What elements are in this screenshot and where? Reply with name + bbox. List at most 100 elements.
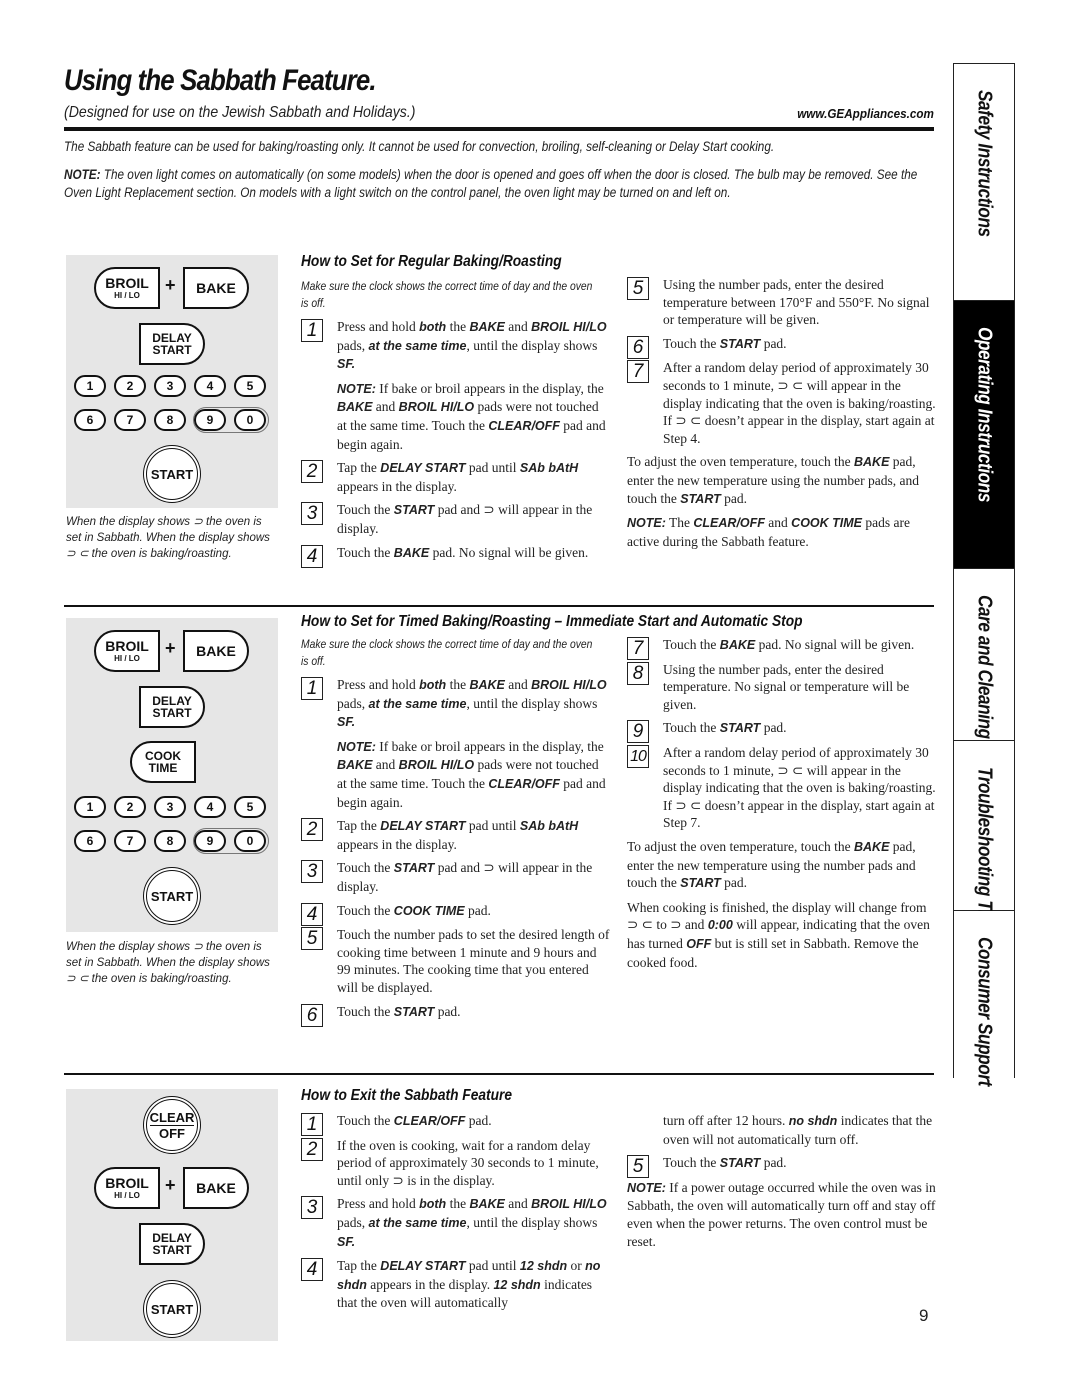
number-pad-3: 3 bbox=[154, 796, 186, 818]
note-text: The oven light comes on automatically (o… bbox=[64, 167, 918, 200]
step-text: Press and hold both the BAKE and BROIL H… bbox=[337, 319, 607, 372]
step-number-box: 3 bbox=[301, 860, 323, 884]
step-text: Tap the DELAY START pad until SAb bAtH a… bbox=[337, 460, 579, 494]
step-number-box: 1 bbox=[301, 319, 323, 342]
start-pad: START bbox=[146, 1283, 198, 1335]
page-subtitle: (Designed for use on the Jewish Sabbath … bbox=[64, 104, 416, 121]
broil-pad: BROIL HI / LO bbox=[94, 1167, 160, 1209]
step-text: Touch the BAKE pad. No signal will be gi… bbox=[337, 544, 589, 560]
paragraph: NOTE: The CLEAR/OFF and COOK TIME pads a… bbox=[627, 515, 910, 549]
note-label: NOTE: bbox=[64, 167, 101, 182]
intro-paragraph: The Sabbath feature can be used for baki… bbox=[64, 139, 775, 154]
step-2: 2 If the oven is cooking, wait for a rand… bbox=[301, 1137, 611, 1190]
step-text: After a random delay period of approxima… bbox=[663, 744, 936, 831]
step-text: Touch the COOK TIME pad. bbox=[337, 902, 491, 918]
step-1: 1 Press and hold both the BAKE and BROIL … bbox=[301, 676, 611, 732]
plus-sign: + bbox=[165, 1175, 176, 1195]
step-number-box: 5 bbox=[627, 1155, 649, 1179]
step-text: Using the number pads, enter the desired… bbox=[663, 277, 930, 328]
bake-pad: BAKE bbox=[183, 267, 249, 309]
step-6: 6 Touch the START pad. bbox=[301, 1003, 611, 1027]
intro-note: NOTE: The oven light comes on automatica… bbox=[64, 166, 943, 202]
broil-pad: BROIL HI / LO bbox=[94, 267, 160, 309]
paragraph: When cooking is finished, the display wi… bbox=[627, 899, 930, 970]
step-text: Touch the START pad. bbox=[337, 1003, 461, 1019]
number-pad-group-outline bbox=[193, 828, 269, 854]
tab-troubleshooting-tips[interactable]: Troubleshooting Tips bbox=[954, 741, 1014, 934]
header-divider bbox=[64, 127, 934, 131]
step-text: If the oven is cooking, wait for a rando… bbox=[337, 1137, 599, 1188]
keypad-illustration-timed: BROIL HI / LO + BAKE DELAY START COOK TIME … bbox=[66, 618, 278, 932]
step-10: 10 After a random delay period of approxi… bbox=[627, 744, 937, 832]
step-number-box: 3 bbox=[301, 1196, 323, 1220]
tab-consumer-support[interactable]: Consumer Support bbox=[954, 911, 1014, 1086]
step-2: 2 Tap the DELAY START pad until SAb bAtH … bbox=[301, 459, 611, 495]
number-pad-8: 8 bbox=[154, 830, 186, 852]
step-number-box: 2 bbox=[301, 818, 323, 842]
number-pad-7: 7 bbox=[114, 830, 146, 852]
step-6: 6 Touch the START pad. bbox=[627, 335, 937, 359]
tab-label: Safety Instructions bbox=[973, 90, 996, 237]
number-pad-5: 5 bbox=[234, 796, 266, 818]
step-text: Tap the DELAY START pad until SAb bAtH a… bbox=[337, 818, 579, 852]
number-pad-5: 5 bbox=[234, 375, 266, 397]
step-5: 5 Touch the number pads to set the desire… bbox=[301, 926, 611, 996]
step-7: 7 After a random delay period of approxim… bbox=[627, 359, 937, 447]
number-pad-3: 3 bbox=[154, 375, 186, 397]
step-text: Touch the START pad. bbox=[663, 1155, 787, 1171]
sabbath-display-caption: When the display shows ⊃ the oven is set… bbox=[66, 941, 270, 985]
plus-sign: + bbox=[165, 275, 176, 295]
step-text: Touch the number pads to set the desired… bbox=[337, 927, 610, 995]
step-5: 5 Using the number pads, enter the desire… bbox=[627, 276, 937, 329]
step-number-box: 1 bbox=[301, 1113, 323, 1136]
keypad-illustration-regular: BROIL HI / LO + BAKE DELAY START 123456789… bbox=[66, 255, 278, 508]
step-5: 5 Touch the START pad. bbox=[627, 1154, 937, 1179]
step-number-box: 5 bbox=[301, 927, 323, 951]
number-pad-8: 8 bbox=[154, 409, 186, 431]
steps-exit-right: turn off after 12 hours. no shdn indicat… bbox=[627, 1112, 937, 1256]
step-text: Tap the DELAY START pad until 12 shdn or… bbox=[337, 1258, 601, 1311]
number-pad-4: 4 bbox=[194, 375, 226, 397]
sabbath-display-caption: When the display shows ⊃ the oven is set… bbox=[66, 516, 270, 560]
website-link[interactable]: www.GEAppliances.com bbox=[797, 106, 934, 121]
number-pad-group-outline bbox=[193, 407, 269, 433]
step-9: 9 Touch the START pad. bbox=[627, 719, 937, 744]
keypad-illustration-exit: CLEAR OFF BROIL HI / LO + BAKE DELAY START … bbox=[66, 1089, 278, 1341]
step-4: 4 Touch the COOK TIME pad. bbox=[301, 902, 611, 926]
delay-start-pad: DELAY START bbox=[139, 1223, 205, 1265]
tab-safety-instructions[interactable]: Safety Instructions bbox=[954, 64, 1014, 301]
step-number-box: 2 bbox=[301, 460, 323, 484]
step-number-box: 4 bbox=[301, 902, 323, 926]
step-number-box: 2 bbox=[301, 1137, 323, 1161]
step-note: turn off after 12 hours. no shdn indicat… bbox=[627, 1112, 937, 1148]
step-number-box: 7 bbox=[627, 360, 649, 384]
paragraph: To adjust the oven temperature, touch th… bbox=[627, 454, 920, 506]
tab-label: Care and Cleaning bbox=[973, 595, 996, 739]
start-pad: START bbox=[146, 448, 198, 500]
tab-care-and-cleaning[interactable]: Care and Cleaning bbox=[954, 569, 1014, 741]
tab-label: Operating Instructions bbox=[973, 327, 996, 502]
step-8: 8 Using the number pads, enter the desire… bbox=[627, 661, 937, 714]
step-text: NOTE: If bake or broil appears in the di… bbox=[337, 738, 606, 810]
step-text: Using the number pads, enter the desired… bbox=[663, 661, 910, 712]
step-3: 3 Press and hold both the BAKE and BROIL … bbox=[301, 1195, 611, 1251]
section-divider bbox=[64, 605, 934, 607]
step-text: Touch the START pad and ⊃ will appear in… bbox=[337, 860, 593, 894]
section-heading-timed: How to Set for Timed Baking/Roasting – I… bbox=[301, 613, 803, 630]
delay-start-pad: DELAY START bbox=[139, 686, 205, 728]
step-text: turn off after 12 hours. no shdn indicat… bbox=[663, 1113, 933, 1147]
paragraph: To adjust the oven temperature, touch th… bbox=[627, 838, 916, 891]
tab-operating-instructions[interactable]: Operating Instructions bbox=[954, 301, 1014, 569]
step-2: 2 Tap the DELAY START pad until SAb bAtH … bbox=[301, 817, 611, 853]
step-4: 4 Touch the BAKE pad. No signal will be g… bbox=[301, 544, 611, 568]
step-number-box: 4 bbox=[301, 1258, 323, 1282]
step-text: After a random delay period of approxima… bbox=[663, 360, 936, 446]
number-pad-6: 6 bbox=[74, 409, 106, 431]
section-note-regular: Make sure the clock shows the correct ti… bbox=[301, 279, 593, 310]
step-text: Touch the BAKE pad. No signal will be gi… bbox=[663, 637, 915, 652]
plus-sign: + bbox=[165, 638, 176, 658]
step-number-box: 1 bbox=[301, 677, 323, 700]
step-3: 3 Touch the START pad and ⊃ will appear i… bbox=[301, 501, 611, 537]
tab-label: Troubleshooting Tips bbox=[973, 767, 996, 934]
broil-pad: BROIL HI / LO bbox=[94, 630, 160, 672]
